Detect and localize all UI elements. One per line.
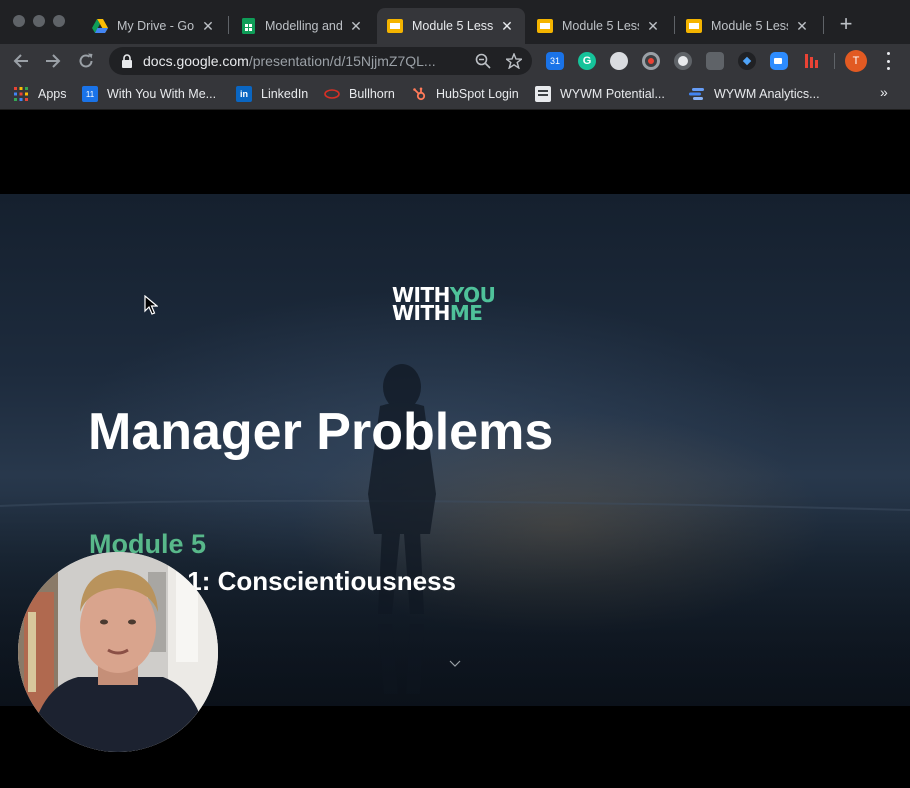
new-tab-button[interactable]: +: [835, 13, 857, 35]
lock-icon: [122, 54, 132, 68]
url-domain: docs.google.com: [143, 53, 249, 69]
record-icon[interactable]: [642, 52, 660, 70]
reload-icon: [79, 53, 93, 68]
google-drive-icon: [92, 18, 108, 34]
linkedin-icon: in: [236, 86, 252, 102]
close-icon[interactable]: ✕: [794, 18, 810, 34]
window-minimize-button[interactable]: [33, 15, 45, 27]
arrow-right-icon: [46, 54, 61, 68]
bookmark-label: With You With Me...: [107, 87, 217, 101]
extension-icon[interactable]: [738, 52, 756, 70]
tab-separator: [228, 16, 229, 34]
zoom-icon[interactable]: [770, 52, 788, 70]
mouse-cursor-icon: [144, 295, 158, 315]
zoom-magnifier-icon[interactable]: [475, 53, 491, 69]
forward-button[interactable]: [41, 49, 65, 73]
more-bookmarks-button[interactable]: »: [880, 84, 888, 100]
bookmark-apps[interactable]: Apps: [13, 84, 67, 104]
toolbar-separator: [834, 53, 835, 69]
hubspot-icon[interactable]: [706, 52, 724, 70]
tab-modelling[interactable]: Modelling and ✕: [230, 8, 374, 44]
tab-module-5-active[interactable]: Module 5 Lesso ✕: [377, 8, 525, 44]
google-calendar-icon[interactable]: 31: [546, 52, 564, 70]
google-slides-icon: [387, 18, 403, 34]
tab-strip: My Drive - Goo ✕ Modelling and ✕ Module …: [0, 0, 910, 44]
reload-button[interactable]: [74, 49, 98, 73]
window-zoom-button[interactable]: [53, 15, 65, 27]
analytics-icon: [689, 86, 705, 102]
extension-icon[interactable]: [802, 52, 820, 70]
browser-window: My Drive - Goo ✕ Modelling and ✕ Module …: [0, 0, 910, 788]
apps-grid-icon: [13, 86, 29, 102]
tab-separator: [823, 16, 824, 34]
letterbox-top: [0, 110, 910, 194]
bookmark-wywm-potential[interactable]: WYWM Potential...: [535, 84, 665, 104]
bookmark-label: LinkedIn: [261, 87, 309, 101]
calendar-icon: 11: [82, 86, 98, 102]
chevron-down-icon[interactable]: [449, 660, 461, 668]
bookmarks-bar: Apps 11 With You With Me... in LinkedIn …: [0, 78, 910, 110]
google-sheets-icon: [240, 18, 256, 34]
bullhorn-icon: [324, 86, 340, 102]
tab-title: Module 5 Lesso: [562, 19, 639, 33]
arrow-left-icon: [13, 54, 28, 68]
bookmark-linkedin[interactable]: in LinkedIn: [236, 84, 308, 104]
profile-avatar[interactable]: T: [845, 50, 867, 72]
tab-separator: [674, 16, 675, 34]
url-text: docs.google.com/presentation/d/15NjjmZ7Q…: [143, 53, 436, 69]
bookmark-label: Bullhorn: [349, 87, 395, 101]
window-close-button[interactable]: [13, 15, 25, 27]
bookmark-label: Apps: [38, 87, 67, 101]
google-slides-icon: [537, 18, 553, 34]
browser-toolbar: docs.google.com/presentation/d/15NjjmZ7Q…: [0, 44, 910, 78]
extension-icon[interactable]: [610, 52, 628, 70]
close-icon[interactable]: ✕: [499, 18, 515, 34]
logo-text: WITH: [392, 301, 450, 325]
presenter-video-frame: [18, 552, 218, 752]
tab-title: Module 5 Lesso: [711, 19, 788, 33]
google-slides-icon: [686, 18, 702, 34]
tab-module-5-b[interactable]: Module 5 Lesso ✕: [527, 8, 671, 44]
slide-title: Manager Problems: [88, 403, 554, 461]
tab-title: My Drive - Goo: [117, 19, 194, 33]
logo-text: ME: [449, 301, 483, 325]
tab-module-5-c[interactable]: Module 5 Lesso ✕: [676, 8, 820, 44]
bookmark-label: HubSpot Login: [436, 87, 519, 101]
extension-icon[interactable]: [674, 52, 692, 70]
bookmark-label: WYWM Analytics...: [714, 87, 820, 101]
bookmark-wywm-analytics[interactable]: WYWM Analytics...: [689, 84, 820, 104]
wywm-logo: WITHYOU WITHME: [392, 285, 496, 325]
tab-title: Module 5 Lesso: [412, 19, 493, 33]
tab-title: Modelling and: [265, 19, 342, 33]
chrome-menu-icon[interactable]: [880, 52, 896, 70]
logo-line-2: WITHME: [392, 301, 495, 325]
url-path: /presentation/d/15NjjmZ7QL...: [248, 53, 436, 69]
close-icon[interactable]: ✕: [645, 18, 661, 34]
address-bar[interactable]: docs.google.com/presentation/d/15NjjmZ7Q…: [109, 47, 532, 75]
tab-my-drive[interactable]: My Drive - Goo ✕: [82, 8, 226, 44]
bookmark-star-icon[interactable]: [506, 53, 522, 69]
close-icon[interactable]: ✕: [348, 18, 364, 34]
bookmark-bullhorn[interactable]: Bullhorn: [324, 84, 395, 104]
hubspot-icon: [411, 86, 427, 102]
back-button[interactable]: [9, 49, 33, 73]
bookmark-label: WYWM Potential...: [560, 87, 665, 101]
bookmark-hubspot-login[interactable]: HubSpot Login: [411, 84, 519, 104]
grammarly-icon[interactable]: G: [578, 52, 596, 70]
wywm-icon: [535, 86, 551, 102]
close-icon[interactable]: ✕: [200, 18, 216, 34]
webcam-video-overlay[interactable]: [18, 552, 218, 752]
bookmark-with-you-with-me[interactable]: 11 With You With Me...: [82, 84, 216, 104]
